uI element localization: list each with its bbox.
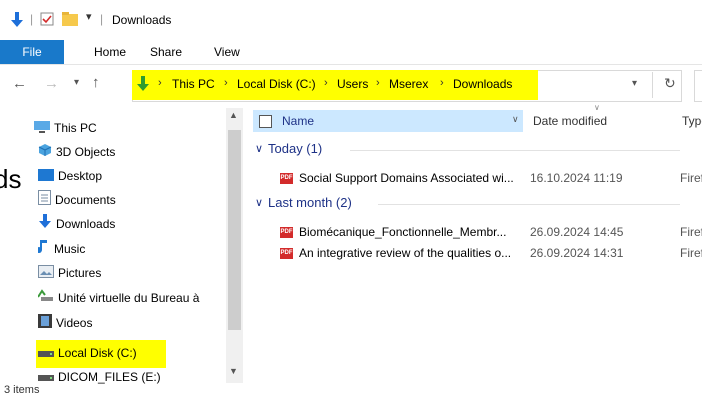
pictures-icon	[38, 263, 54, 285]
nav-item-label: 3D Objects	[56, 145, 116, 159]
file-type: Firef	[680, 246, 702, 260]
file-date: 26.09.2024 14:45	[530, 225, 624, 239]
forward-arrow-icon[interactable]: →	[44, 75, 59, 92]
breadcrumb-chevron-icon[interactable]: ›	[324, 77, 328, 89]
collapse-chevron-icon[interactable]: ∨	[255, 142, 263, 155]
nav-scrollbar-thumb[interactable]	[228, 130, 241, 330]
file-type: Firef	[680, 171, 702, 185]
nav-item-label: This PC	[54, 121, 97, 135]
nav-item-pictures[interactable]: Pictures	[38, 262, 101, 284]
pdf-file-icon: PDF	[280, 248, 293, 260]
properties-check-icon[interactable]	[40, 12, 54, 29]
ribbon-tabs: File Home Share View	[0, 40, 702, 65]
tab-home[interactable]: Home	[94, 40, 126, 64]
nav-item-music[interactable]: Music	[36, 238, 86, 261]
nav-item-local-disk[interactable]: Local Disk (C:)	[38, 342, 137, 364]
breadcrumb-chevron-icon[interactable]: ›	[158, 77, 162, 89]
up-arrow-icon[interactable]: ↑	[92, 74, 100, 91]
file-name: Biomécanique_Fonctionnelle_Membr...	[299, 225, 507, 239]
nav-item-label: Pictures	[58, 266, 102, 280]
nav-item-videos[interactable]: Videos	[38, 312, 92, 334]
column-header-type[interactable]: Type	[682, 110, 702, 132]
group-header-last-month[interactable]: Last month (2)	[268, 195, 352, 210]
nav-item-documents[interactable]: Documents	[38, 189, 116, 211]
column-header-name[interactable]: Name	[282, 110, 314, 132]
nav-item-dicom-files[interactable]: DICOM_FILES (E:)	[38, 366, 161, 388]
recent-locations-icon[interactable]: ▾	[74, 77, 79, 88]
breadcrumb-local-disk[interactable]: Local Disk (C:)	[237, 77, 316, 91]
group-header-today[interactable]: Today (1)	[268, 141, 322, 156]
nav-item-label: Downloads	[56, 217, 116, 231]
group-divider	[378, 204, 680, 205]
nav-item-label: Desktop	[58, 169, 103, 183]
status-item-count: 3 items	[4, 384, 40, 396]
nav-item-virtual-drive[interactable]: Unité virtuelle du Bureau à	[37, 287, 200, 310]
group-divider	[350, 150, 680, 151]
monitor-icon	[34, 118, 50, 140]
cube-icon	[38, 142, 52, 164]
scroll-up-icon[interactable]: ▲	[229, 110, 238, 120]
download-arrow-icon	[10, 12, 24, 31]
file-name: Social Support Domains Associated wi...	[299, 171, 514, 185]
nav-item-this-pc[interactable]: This PC	[34, 117, 97, 139]
breadcrumb-this-pc[interactable]: This PC	[172, 77, 215, 91]
refresh-icon[interactable]: ↻	[664, 75, 676, 92]
disk-icon	[38, 343, 54, 365]
address-dropdown-icon[interactable]: ▾	[632, 78, 637, 89]
breadcrumb-chevron-icon[interactable]: ›	[376, 77, 380, 89]
select-all-checkbox[interactable]	[259, 115, 272, 128]
nav-item-label: Videos	[56, 316, 93, 330]
tab-share[interactable]: Share	[150, 40, 182, 64]
tab-file[interactable]: File	[0, 40, 64, 64]
file-type: Firef	[680, 225, 702, 239]
partial-background-text: ds	[0, 164, 22, 194]
column-header-date[interactable]: Date modified	[533, 110, 607, 132]
tab-view[interactable]: View	[214, 40, 240, 64]
collapse-chevron-icon[interactable]: ∨	[255, 196, 263, 209]
file-date: 26.09.2024 14:31	[530, 246, 624, 260]
back-arrow-icon[interactable]: ←	[12, 75, 27, 92]
file-row[interactable]: PDF Social Support Domains Associated wi.…	[280, 168, 514, 188]
nav-item-label: Local Disk (C:)	[58, 346, 137, 360]
nav-item-downloads[interactable]: Downloads	[38, 213, 115, 235]
breadcrumb-mserex[interactable]: Mserex	[389, 77, 428, 91]
pdf-file-icon: PDF	[280, 173, 293, 185]
address-separator	[652, 72, 653, 98]
music-note-icon	[36, 239, 50, 261]
breadcrumb-downloads[interactable]: Downloads	[453, 77, 512, 91]
title-bar: | ▾ | Downloads	[0, 0, 702, 40]
desktop-icon	[38, 166, 54, 188]
breadcrumb-chevron-icon[interactable]: ›	[440, 77, 444, 89]
nav-item-label: DICOM_FILES (E:)	[58, 370, 161, 384]
nav-item-label: Unité virtuelle du Bureau à	[58, 291, 200, 305]
pdf-file-icon: PDF	[280, 227, 293, 239]
separator: |	[30, 12, 34, 26]
sort-chevron-icon: ∨	[512, 114, 519, 124]
download-arrow-icon	[38, 213, 52, 236]
downloads-location-icon	[136, 76, 150, 95]
scroll-down-icon[interactable]: ▼	[229, 366, 238, 376]
file-row[interactable]: PDF An integrative review of the qualitie…	[280, 243, 511, 263]
disk-icon	[38, 367, 54, 389]
quick-access-dropdown-icon[interactable]: ▾	[86, 10, 92, 23]
network-drive-icon	[37, 288, 54, 310]
nav-item-desktop[interactable]: Desktop	[38, 165, 102, 187]
document-icon	[38, 189, 51, 212]
nav-item-3d-objects[interactable]: 3D Objects	[38, 141, 115, 163]
window-title: Downloads	[112, 13, 172, 27]
search-box-edge[interactable]	[694, 70, 702, 102]
nav-item-label: Music	[54, 242, 86, 256]
breadcrumb-chevron-icon[interactable]: ›	[224, 77, 228, 89]
breadcrumb-users[interactable]: Users	[337, 77, 368, 91]
file-date: 16.10.2024 11:19	[530, 171, 623, 185]
film-icon	[38, 313, 52, 335]
separator: |	[100, 12, 104, 26]
new-folder-icon[interactable]	[62, 12, 78, 29]
file-name: An integrative review of the qualities o…	[299, 246, 512, 260]
nav-item-label: Documents	[55, 193, 116, 207]
file-row[interactable]: PDF Biomécanique_Fonctionnelle_Membr...	[280, 222, 506, 242]
